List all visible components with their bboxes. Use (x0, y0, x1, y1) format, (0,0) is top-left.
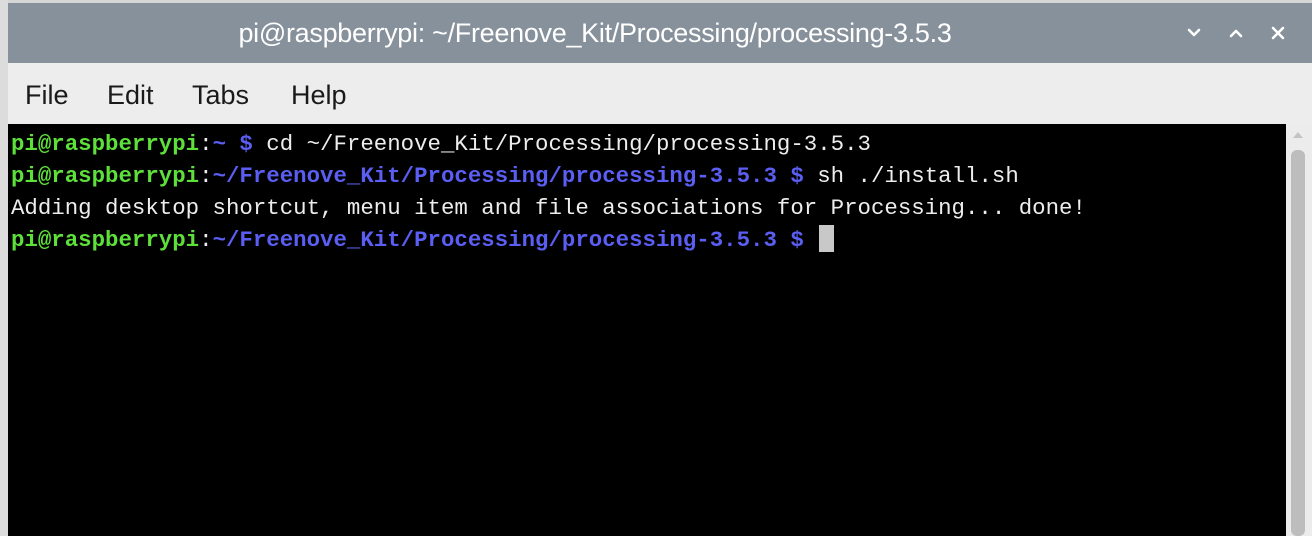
menu-file[interactable]: File (25, 63, 69, 124)
command-text: cd ~/Freenove_Kit/Processing/processing-… (252, 131, 871, 157)
prompt-colon: : (199, 227, 213, 253)
command-text (804, 227, 817, 253)
prompt-user: pi@raspberrypi (11, 131, 200, 157)
maximize-button[interactable] (1222, 19, 1250, 47)
prompt-colon: : (199, 131, 213, 157)
terminal-line: pi@raspberrypi:~ $ cd ~/Freenove_Kit/Pro… (11, 128, 871, 160)
prompt-user: pi@raspberrypi (11, 163, 200, 189)
output-text: Adding desktop shortcut, menu item and f… (11, 195, 1086, 221)
terminal-output[interactable]: pi@raspberrypi:~ $ cd ~/Freenove_Kit/Pro… (8, 124, 1286, 536)
prompt-user: pi@raspberrypi (11, 227, 200, 253)
prompt-path: ~/Freenove_Kit/Processing/processing-3.5… (212, 227, 804, 253)
prompt-path: ~ $ (212, 131, 253, 157)
terminal-line: Adding desktop shortcut, menu item and f… (11, 192, 1086, 224)
chevron-up-icon (1229, 29, 1243, 38)
terminal-line: pi@raspberrypi:~/Freenove_Kit/Processing… (11, 160, 1019, 192)
close-button[interactable] (1264, 19, 1292, 47)
window-left-edge (0, 0, 8, 536)
window-title: pi@raspberrypi: ~/Freenove_Kit/Processin… (238, 18, 952, 48)
prompt-colon: : (199, 163, 213, 189)
terminal-line: pi@raspberrypi:~/Freenove_Kit/Processing… (11, 224, 835, 256)
menu-edit[interactable]: Edit (107, 63, 154, 124)
scrollbar-thumb[interactable] (1291, 150, 1305, 536)
vertical-scrollbar[interactable] (1286, 124, 1312, 536)
close-icon (1271, 26, 1285, 40)
menu-tabs[interactable]: Tabs (192, 63, 249, 124)
menu-help[interactable]: Help (291, 63, 347, 124)
scroll-up-arrow-icon[interactable] (1291, 130, 1305, 140)
minimize-button[interactable] (1180, 19, 1208, 47)
menu-bar: File Edit Tabs Help (8, 63, 1312, 124)
terminal-window: pi@raspberrypi: ~/Freenove_Kit/Processin… (0, 0, 1312, 536)
text-cursor (819, 225, 835, 252)
chevron-down-icon (1187, 28, 1201, 37)
command-text: sh ./install.sh (803, 163, 1019, 189)
title-bar[interactable]: pi@raspberrypi: ~/Freenove_Kit/Processin… (8, 3, 1312, 63)
prompt-path: ~/Freenove_Kit/Processing/processing-3.5… (212, 163, 804, 189)
